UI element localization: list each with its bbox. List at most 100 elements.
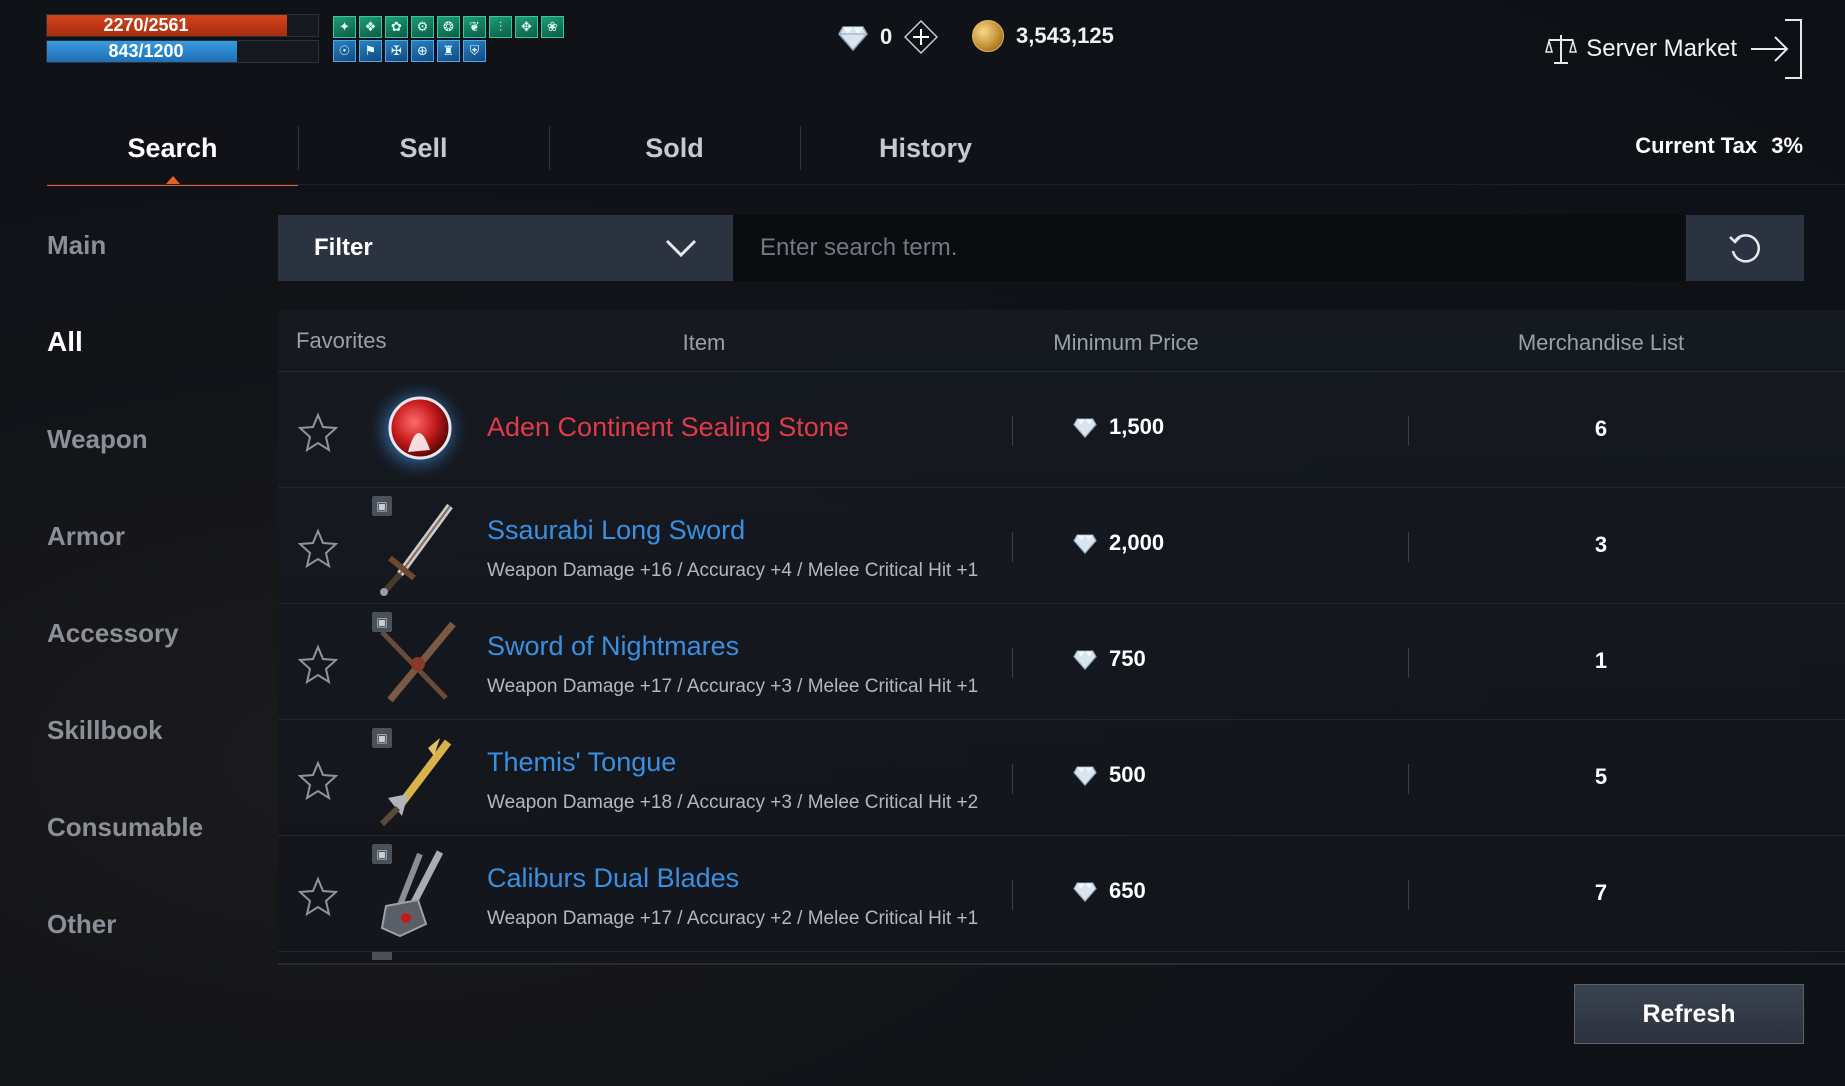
price-value: 2,000	[1109, 530, 1165, 555]
item-stats: Weapon Damage +16 / Accuracy +4 / Melee …	[487, 560, 979, 581]
refresh-button[interactable]: Refresh	[1574, 984, 1804, 1044]
column-divider	[1408, 648, 1409, 678]
item-stats: Weapon Damage +18 / Accuracy +3 / Melee …	[487, 792, 979, 813]
table-header: Favorites Item Minimum Price Merchandise…	[278, 310, 1845, 372]
skillbook-badge-icon: ▣	[372, 612, 392, 632]
table-row[interactable]: ▣ Themis' Tongue Weapon Damage +18 / Acc…	[278, 720, 1845, 836]
debuff-icon[interactable]: ✠	[385, 40, 408, 62]
diamond-icon	[1073, 882, 1097, 902]
server-market-title: Server Market	[1586, 35, 1737, 62]
min-price: 2,000	[1073, 530, 1164, 556]
column-divider	[1012, 880, 1013, 910]
merch-count: 1	[1594, 648, 1608, 673]
tab-divider	[47, 184, 1845, 185]
item-name[interactable]: Sword of Nightmares	[487, 631, 739, 662]
column-divider	[1408, 416, 1409, 446]
exit-icon[interactable]	[1749, 18, 1805, 80]
add-diamond-button[interactable]	[904, 20, 939, 54]
sidebar-item-other[interactable]: Other	[47, 879, 267, 976]
table-row[interactable]: Aden Continent Sealing Stone 1,500 6	[278, 372, 1845, 488]
favorite-star-icon[interactable]	[298, 760, 338, 800]
hp-text: 2270/2561	[103, 15, 189, 35]
mp-text: 843/1200	[108, 41, 184, 61]
merch-count: 6	[1594, 416, 1608, 441]
sidebar-item-main[interactable]: Main	[47, 200, 267, 297]
column-divider	[1408, 532, 1409, 562]
column-divider	[1408, 764, 1409, 794]
table-row[interactable]: ▣ Sword of Nightmares Weapon Damage +17 …	[278, 604, 1845, 720]
debuff-icon[interactable]: ⚑	[359, 40, 382, 62]
table-row[interactable]: ▣ Ssaurabi Long Sword Weapon Damage +16 …	[278, 488, 1845, 604]
header-min-price[interactable]: Minimum Price	[1053, 330, 1198, 356]
current-tax-label: Current Tax	[1635, 133, 1758, 158]
buff-icon[interactable]: ✦	[333, 16, 356, 38]
buff-icons: ✦ ❖ ✿ ⚙ ❂ ❦ ⫶ ✥ ❀ ☉ ⚑ ✠ ⊕ ♜ ⛨	[333, 16, 564, 62]
tab-sold[interactable]: Sold	[549, 110, 800, 186]
diamond-amount: 0	[880, 24, 893, 49]
table-row[interactable]: ▣ Caliburs Dual Blades Weapon Damage +17…	[278, 836, 1845, 952]
sidebar-item-all[interactable]: All	[47, 297, 267, 394]
favorite-star-icon[interactable]	[298, 528, 338, 568]
sidebar-item-armor[interactable]: Armor	[47, 491, 267, 588]
merch-count: 5	[1594, 764, 1608, 789]
buff-icon[interactable]: ❖	[359, 16, 382, 38]
debuff-icon[interactable]: ♜	[437, 40, 460, 62]
gold-coin-icon	[972, 20, 1004, 52]
tab-label: Sell	[399, 133, 448, 163]
item-name[interactable]: Aden Continent Sealing Stone	[487, 412, 849, 443]
favorite-star-icon[interactable]	[298, 876, 338, 916]
skillbook-badge-icon	[372, 952, 392, 960]
tab-sell[interactable]: Sell	[298, 110, 549, 186]
filter-dropdown[interactable]: Filter	[278, 215, 733, 281]
buff-icon[interactable]: ❦	[463, 16, 486, 38]
buff-icon[interactable]: ❀	[541, 16, 564, 38]
debuff-icon[interactable]: ⊕	[411, 40, 434, 62]
buff-icon[interactable]: ⫶	[489, 16, 512, 38]
min-price: 500	[1073, 762, 1146, 788]
buff-icon[interactable]: ⚙	[411, 16, 434, 38]
item-stats: Weapon Damage +17 / Accuracy +2 / Melee …	[487, 908, 979, 929]
favorite-star-icon[interactable]	[298, 644, 338, 684]
skillbook-badge-icon: ▣	[372, 728, 392, 748]
partial-table-row	[278, 952, 1845, 962]
buff-icon[interactable]: ❂	[437, 16, 460, 38]
item-name[interactable]: Ssaurabi Long Sword	[487, 515, 745, 546]
sidebar-item-accessory[interactable]: Accessory	[47, 588, 267, 685]
buff-icon[interactable]: ✥	[515, 16, 538, 38]
column-divider	[1012, 648, 1013, 678]
min-price: 750	[1073, 646, 1146, 672]
plus-icon	[904, 20, 939, 54]
buff-icon[interactable]: ✿	[385, 16, 408, 38]
filter-label: Filter	[314, 234, 373, 261]
sidebar-item-skillbook[interactable]: Skillbook	[47, 685, 267, 782]
item-name[interactable]: Themis' Tongue	[487, 747, 676, 778]
item-name[interactable]: Caliburs Dual Blades	[487, 863, 739, 894]
search-input[interactable]	[733, 215, 1684, 281]
category-sidebar: Main All Weapon Armor Accessory Skillboo…	[47, 200, 267, 976]
gold-currency: 3,543,125	[972, 20, 1114, 52]
column-divider	[1012, 532, 1013, 562]
debuff-icon[interactable]: ☉	[333, 40, 356, 62]
reset-search-button[interactable]	[1686, 215, 1804, 281]
chevron-down-icon	[665, 239, 697, 258]
debuff-icon[interactable]: ⛨	[463, 40, 486, 62]
item-stats: Weapon Damage +17 / Accuracy +3 / Melee …	[487, 676, 979, 697]
sidebar-item-weapon[interactable]: Weapon	[47, 394, 267, 491]
server-market-header: Server Market	[1544, 18, 1805, 80]
min-price: 650	[1073, 878, 1146, 904]
merch-count: 7	[1594, 880, 1608, 905]
tab-history[interactable]: History	[800, 110, 1051, 186]
hp-bar: 2270/2561	[46, 14, 319, 37]
reset-icon	[1729, 234, 1760, 263]
favorite-star-icon[interactable]	[298, 412, 338, 452]
merchandise-table: Favorites Item Minimum Price Merchandise…	[278, 310, 1845, 965]
sidebar-item-consumable[interactable]: Consumable	[47, 782, 267, 879]
header-item: Item	[682, 330, 726, 355]
diamond-currency: 0	[838, 20, 939, 54]
diamond-icon	[1073, 418, 1097, 438]
current-tax-value: 3%	[1771, 133, 1803, 158]
price-value: 750	[1109, 646, 1146, 671]
header-merch-list[interactable]: Merchandise List	[1518, 330, 1684, 356]
tab-search[interactable]: Search	[47, 110, 298, 186]
skillbook-badge-icon: ▣	[372, 844, 392, 864]
